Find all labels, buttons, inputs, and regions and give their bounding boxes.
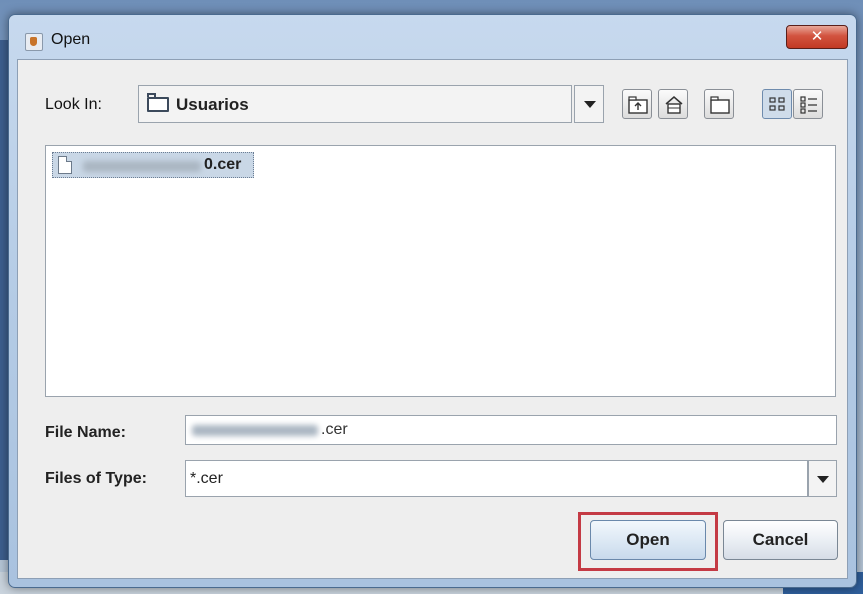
look-in-label-text: Look In: (45, 96, 102, 113)
file-type-dropdown-button[interactable] (808, 460, 837, 497)
file-type-combo[interactable]: *.cer (185, 460, 808, 497)
file-type-label: Files of Type: (45, 470, 147, 487)
new-folder-button[interactable] (704, 89, 734, 119)
chevron-down-icon (817, 476, 829, 483)
list-item[interactable]: 0.cer (52, 152, 254, 178)
open-button[interactable]: Open (590, 520, 706, 560)
look-in-combo[interactable]: Usuarios (138, 85, 572, 123)
obscured-filename (83, 161, 201, 172)
look-in-dropdown-button[interactable] (574, 85, 604, 123)
open-dialog: Open ✕ Look In: Usuarios 0.cer File Name… (8, 14, 857, 588)
look-in-value: Usuarios (176, 95, 249, 114)
list-view-button[interactable] (762, 89, 792, 119)
file-name-label: File Name: (45, 424, 126, 441)
details-view-button[interactable] (793, 89, 823, 119)
file-icon (58, 156, 72, 174)
up-folder-icon (628, 96, 648, 114)
look-in-label: Look In: (45, 96, 102, 114)
file-name-field[interactable]: .cer (185, 415, 837, 445)
window-title: Open (51, 31, 91, 48)
obscured-filename (192, 425, 318, 436)
file-type-value: *.cer (190, 470, 223, 487)
details-view-icon (800, 96, 817, 114)
close-button[interactable]: ✕ (786, 25, 848, 49)
up-one-level-button[interactable] (622, 89, 652, 119)
list-view-icon (769, 97, 785, 111)
chevron-down-icon (584, 101, 596, 108)
java-app-icon (25, 33, 43, 51)
folder-icon (147, 93, 169, 112)
new-folder-icon (710, 96, 730, 114)
home-button[interactable] (658, 89, 688, 119)
file-name-value: .cer (321, 421, 348, 438)
dialog-body: Look In: Usuarios 0.cer File Name: .cer … (17, 59, 848, 579)
home-icon (665, 96, 683, 114)
file-list[interactable]: 0.cer (45, 145, 836, 397)
title-bar[interactable]: Open ✕ (9, 15, 856, 59)
cancel-button[interactable]: Cancel (723, 520, 838, 560)
file-name-text: 0.cer (204, 156, 242, 173)
